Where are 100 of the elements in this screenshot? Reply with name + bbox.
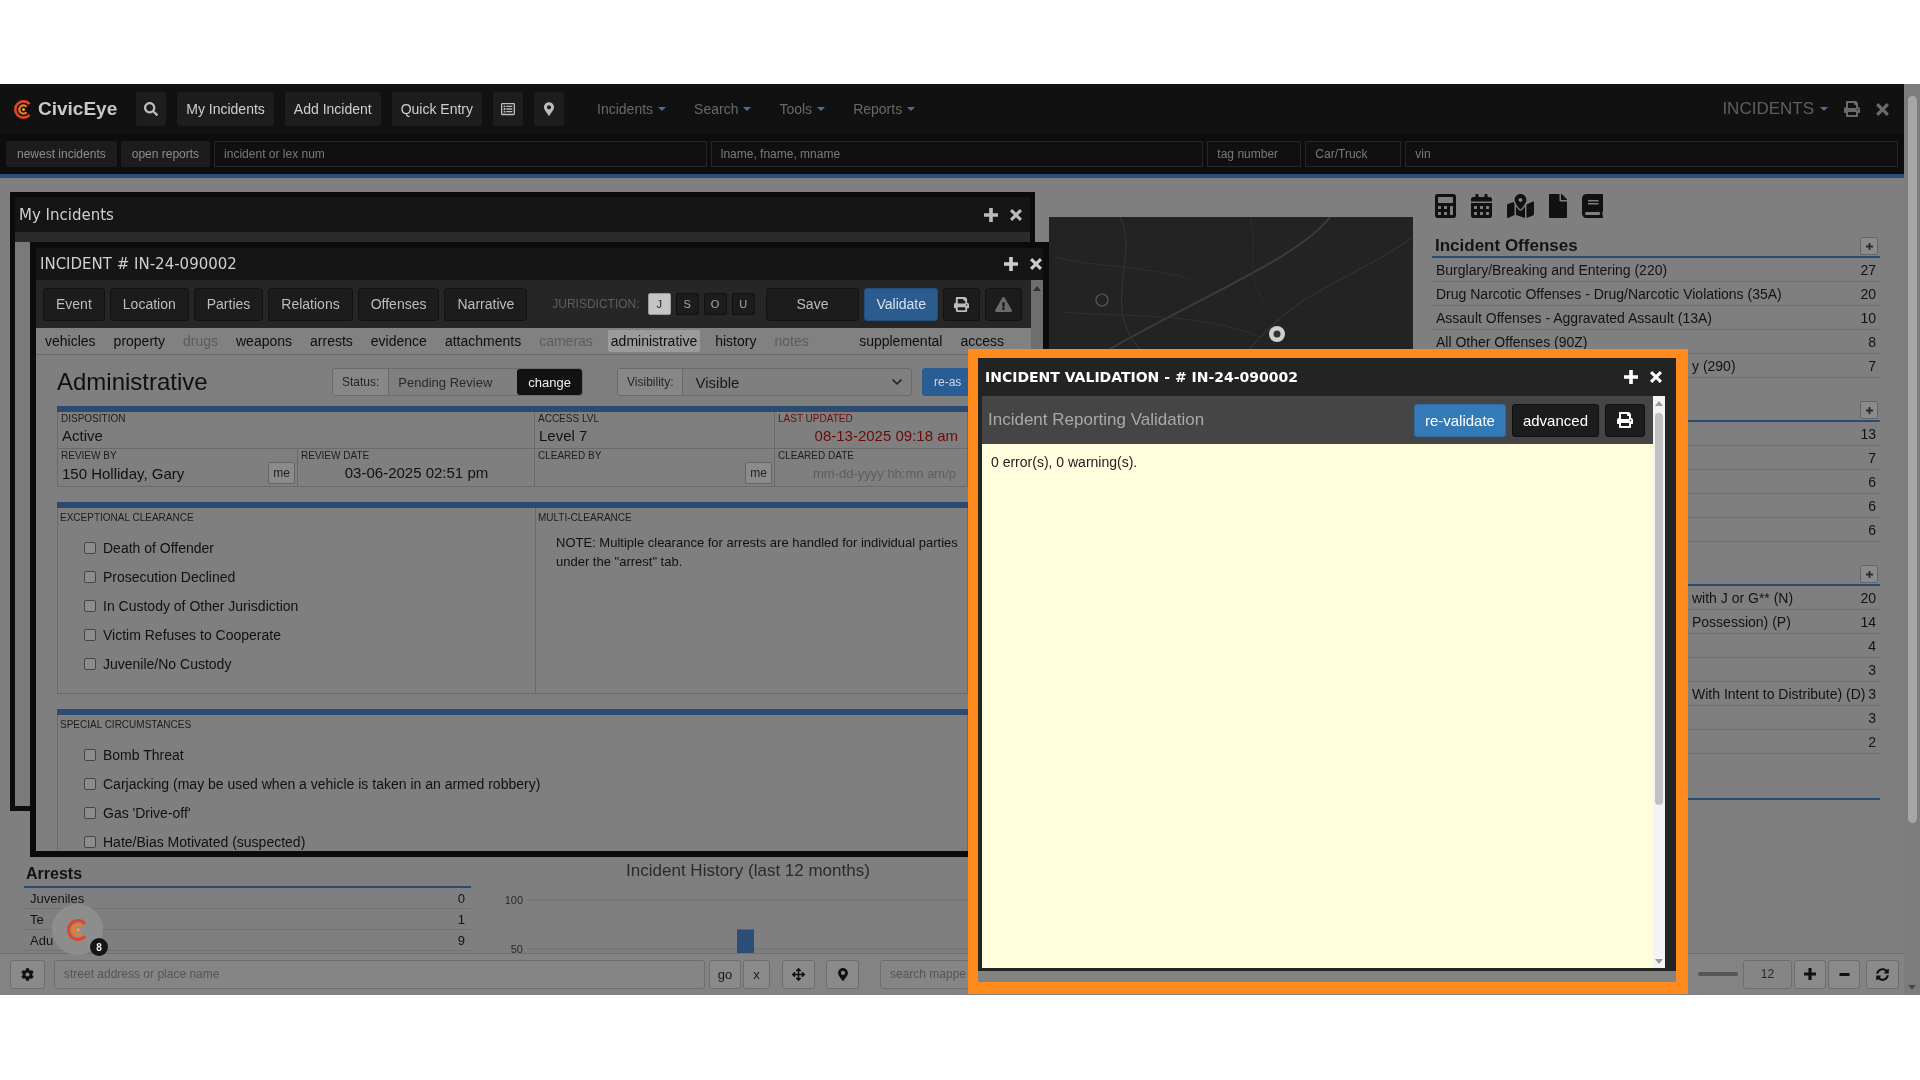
- status-value: Pending Review: [397, 373, 494, 392]
- checkbox-label: Bomb Threat: [103, 746, 184, 763]
- plus-icon[interactable]: [1624, 370, 1638, 384]
- add-button[interactable]: [1860, 237, 1878, 255]
- quick-filter-button[interactable]: open reports: [120, 141, 211, 167]
- save-button[interactable]: Save: [765, 287, 860, 321]
- scroll-up-arrow-icon: [1655, 401, 1663, 406]
- warning-button[interactable]: [985, 287, 1022, 321]
- checkbox[interactable]: [84, 806, 96, 819]
- map-pin-button[interactable]: [826, 959, 859, 989]
- nav-button[interactable]: My Incidents: [177, 92, 274, 126]
- offense-count: 10: [1860, 309, 1876, 326]
- go-button[interactable]: go: [709, 959, 741, 989]
- tab[interactable]: Location: [109, 287, 189, 321]
- close-icon[interactable]: [1030, 258, 1042, 270]
- checkbox[interactable]: [84, 599, 96, 612]
- map-pin-button[interactable]: [534, 92, 565, 126]
- quick-filter-button[interactable]: newest incidents: [6, 141, 117, 167]
- checkbox[interactable]: [84, 748, 96, 761]
- checkbox[interactable]: [84, 628, 96, 641]
- offense-count: 6: [1868, 521, 1876, 538]
- menu[interactable]: Incidents: [597, 101, 667, 117]
- slider-track[interactable]: [1698, 972, 1738, 976]
- checkbox[interactable]: [84, 835, 96, 848]
- checkbox[interactable]: [84, 777, 96, 790]
- minus-icon: [1838, 972, 1850, 976]
- search-field[interactable]: tag number: [1207, 141, 1302, 167]
- print-button[interactable]: [943, 287, 980, 321]
- add-button[interactable]: [1860, 401, 1878, 419]
- subtab[interactable]: administrative: [607, 330, 701, 352]
- close-icon[interactable]: [1010, 208, 1022, 221]
- refresh-button[interactable]: [1866, 959, 1899, 989]
- zoom-level-field[interactable]: 12: [1743, 959, 1792, 989]
- search-field[interactable]: vin: [1405, 141, 1898, 167]
- close-icon[interactable]: [1650, 371, 1662, 383]
- offense-count: 20: [1860, 285, 1876, 302]
- tab[interactable]: Narrative: [444, 287, 528, 321]
- visibility-select[interactable]: Visible: [683, 369, 912, 395]
- offense-count: 6: [1868, 497, 1876, 514]
- zoom-in-button[interactable]: [1794, 959, 1826, 989]
- jurisdiction-option[interactable]: S: [675, 293, 699, 315]
- offense-count: 27: [1860, 261, 1876, 278]
- checkbox[interactable]: [84, 570, 96, 583]
- nav-button[interactable]: Add Incident: [284, 92, 381, 126]
- field-label: CLEARED BY: [538, 450, 603, 462]
- subtab[interactable]: supplemental: [856, 330, 946, 352]
- plus-icon[interactable]: [984, 207, 998, 222]
- jurisdiction-option[interactable]: J: [647, 293, 671, 315]
- search-field[interactable]: Car/Truck: [1305, 141, 1402, 167]
- checkbox[interactable]: [84, 657, 96, 670]
- tab[interactable]: Relations: [268, 287, 353, 321]
- locate-button[interactable]: [782, 959, 815, 989]
- list-button[interactable]: [493, 92, 524, 126]
- search-field[interactable]: lname, fname, mname: [710, 141, 1204, 167]
- field-label: CLEARED DATE: [778, 450, 855, 462]
- zoom-out-button[interactable]: [1828, 959, 1860, 989]
- validate-button[interactable]: Validate: [864, 287, 938, 321]
- assign-me-button[interactable]: me: [268, 462, 295, 484]
- change-button[interactable]: change: [517, 369, 582, 395]
- advanced-button[interactable]: advanced: [1511, 403, 1599, 437]
- subtab[interactable]: arrests: [307, 330, 356, 352]
- tab[interactable]: Event: [43, 287, 105, 321]
- file-icon[interactable]: [1549, 193, 1567, 218]
- menu[interactable]: Tools: [779, 101, 826, 117]
- nav-button[interactable]: Quick Entry: [391, 92, 483, 126]
- assign-me-button[interactable]: me: [745, 462, 772, 484]
- search-field[interactable]: incident or lex num: [214, 141, 707, 167]
- subtab[interactable]: property: [110, 330, 168, 352]
- module-menu[interactable]: INCIDENTS: [1722, 99, 1828, 119]
- close-button[interactable]: [1876, 102, 1889, 116]
- checkbox[interactable]: [84, 541, 96, 554]
- subtab[interactable]: vehicles: [42, 330, 99, 352]
- calendar-icon[interactable]: [1471, 193, 1492, 218]
- jurisdiction-option[interactable]: O: [703, 293, 727, 315]
- reassign-button[interactable]: re-as: [922, 368, 968, 396]
- menu[interactable]: Search: [694, 101, 752, 117]
- print-button[interactable]: [1605, 403, 1645, 437]
- settings-button[interactable]: [10, 959, 45, 989]
- plus-icon[interactable]: [1004, 257, 1018, 271]
- clear-button[interactable]: x: [743, 959, 770, 989]
- menu[interactable]: Reports: [853, 101, 916, 117]
- checkbox-label: Victim Refuses to Cooperate: [103, 626, 281, 643]
- calculator-icon[interactable]: [1435, 193, 1456, 218]
- plus-icon: [1865, 406, 1873, 414]
- chevron-down-icon: [892, 379, 903, 385]
- map-icon[interactable]: [1507, 193, 1534, 218]
- search-button[interactable]: [136, 92, 167, 126]
- tab[interactable]: Parties: [193, 287, 264, 321]
- subtab[interactable]: access: [957, 330, 1007, 352]
- field-value: Active: [61, 426, 104, 446]
- subtab[interactable]: history: [712, 330, 760, 352]
- jurisdiction-option[interactable]: U: [731, 293, 755, 315]
- revalidate-button[interactable]: re-validate: [1413, 403, 1506, 437]
- offense-count: 7: [1868, 449, 1876, 466]
- tab[interactable]: Offenses: [357, 287, 440, 321]
- subtab[interactable]: weapons: [233, 330, 296, 352]
- subtab[interactable]: evidence: [367, 330, 430, 352]
- subtab[interactable]: attachments: [441, 330, 525, 352]
- add-button[interactable]: [1860, 565, 1878, 583]
- book-icon[interactable]: [1582, 193, 1603, 218]
